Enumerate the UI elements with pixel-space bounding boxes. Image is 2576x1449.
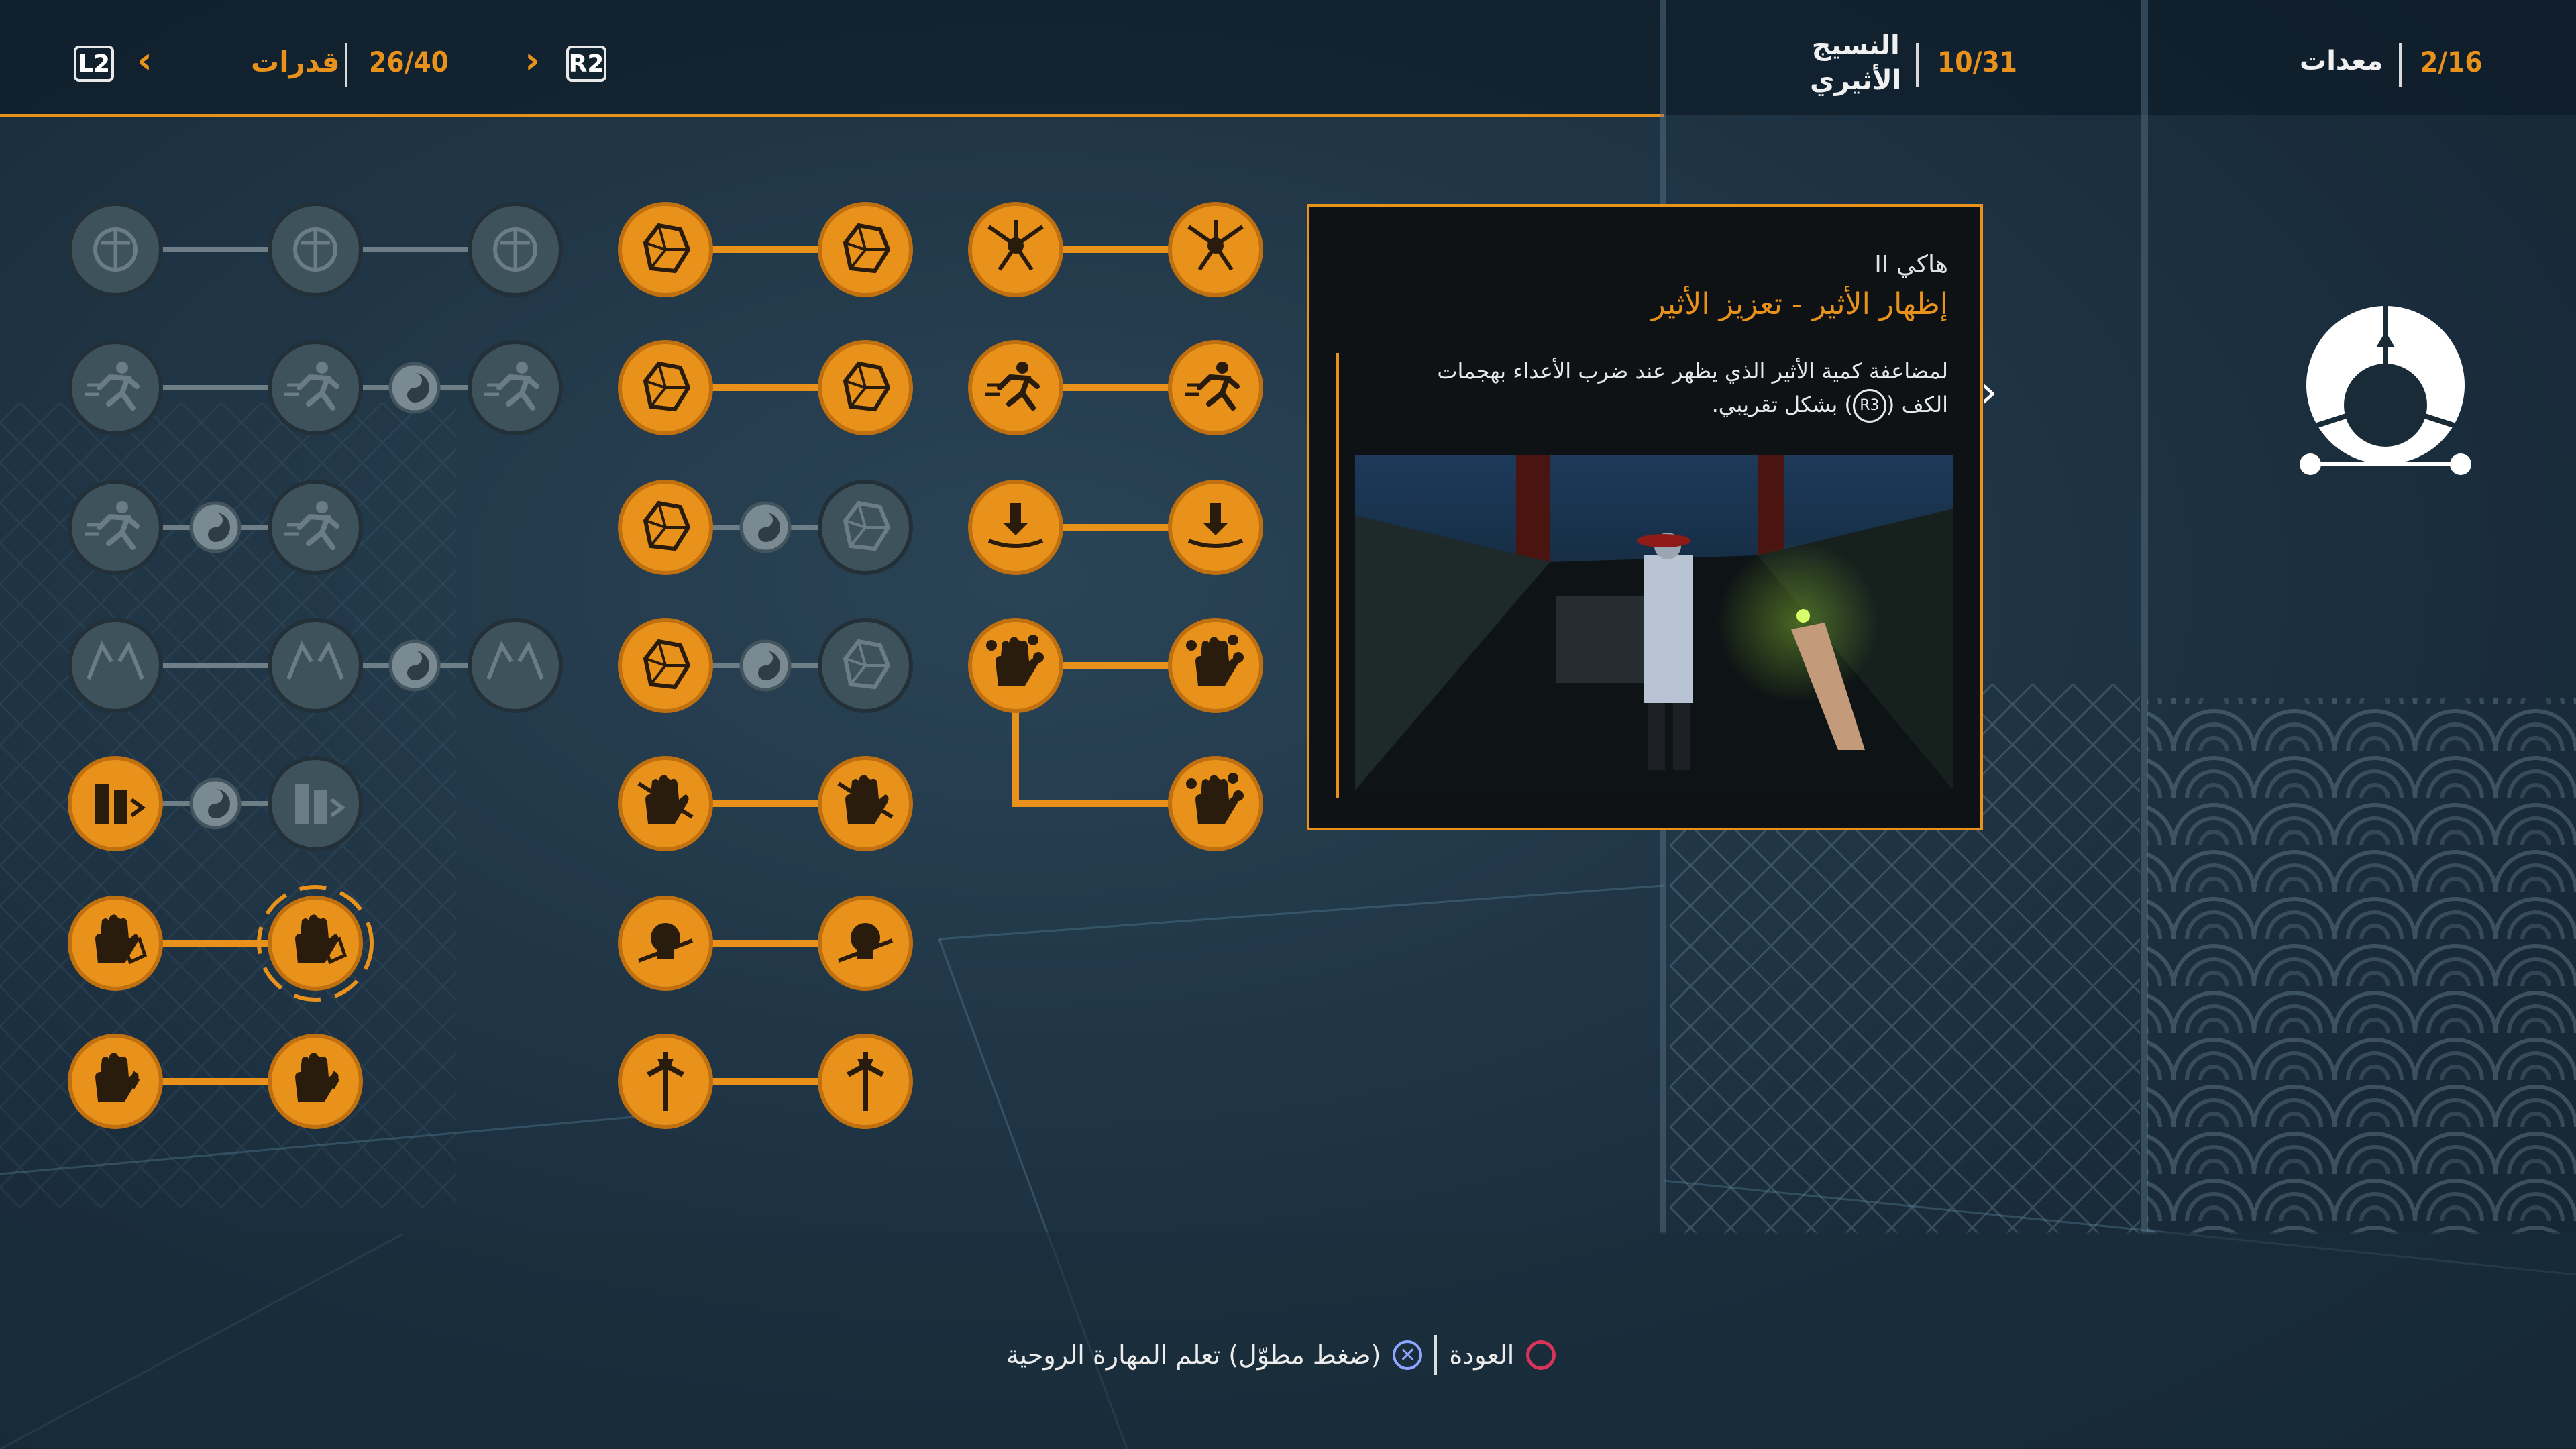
skill-node-hand-network[interactable] <box>1168 756 1263 851</box>
skill-node-slam-1[interactable] <box>968 480 1063 575</box>
panel-pointer-icon: › <box>1980 368 1998 417</box>
skill-node-hand-sparkle-1[interactable] <box>68 1034 163 1129</box>
skill-node-hand-arrow-1[interactable] <box>618 756 713 851</box>
skill-node-hand-crystal-1[interactable] <box>68 896 163 991</box>
yin-yang-icon <box>739 639 792 692</box>
skill-node-running-1[interactable] <box>968 340 1063 435</box>
skill-node-crystal-shard-2[interactable] <box>818 480 913 575</box>
cross-button-icon[interactable]: ✕ <box>1393 1340 1423 1370</box>
yin-yang-icon <box>189 777 241 830</box>
skill-node-staff-1[interactable] <box>618 1034 713 1129</box>
circle-button-icon[interactable] <box>1526 1340 1556 1370</box>
skill-node-slide-2[interactable] <box>268 340 363 435</box>
desc-line-1: لمضاعفة كمية الأثير الذي يظهر عند ضرب ال… <box>1437 358 1948 384</box>
skill-node-crystal-heart-2[interactable] <box>818 202 913 297</box>
skill-node-hand-crystal-2[interactable] <box>257 885 374 1002</box>
skill-node-fox-1[interactable] <box>68 618 163 713</box>
skill-node-totem-1[interactable] <box>68 202 163 297</box>
skill-node-hand-arrow-2[interactable] <box>818 756 913 851</box>
skill-title: إظهار الأثير - تعزيز الأثير <box>1651 287 1948 321</box>
skill-node-stack-2[interactable] <box>268 756 363 851</box>
skill-node-hand-sparkle-2[interactable] <box>268 1034 363 1129</box>
skill-node-slam-2[interactable] <box>1168 480 1263 575</box>
desc-line-2b: ) بشكل تقريبي. <box>1711 392 1853 417</box>
skill-node-running-2[interactable] <box>1168 340 1263 435</box>
yin-yang-icon <box>388 362 441 414</box>
desc-line-2: الكف (R3) بشكل تقريبي. <box>1371 388 1948 423</box>
skill-node-slide-1[interactable] <box>68 340 163 435</box>
skill-node-hand-orbs-1[interactable] <box>968 618 1063 713</box>
yin-yang-icon <box>739 501 792 553</box>
skill-node-staff-2[interactable] <box>818 1034 913 1129</box>
skill-node-dash-2[interactable] <box>268 480 363 575</box>
skill-node-skull-2[interactable] <box>818 896 913 991</box>
wave-pattern <box>2147 698 2576 1234</box>
skill-preview-image <box>1355 455 1953 790</box>
skill-node-skull-1[interactable] <box>618 896 713 991</box>
skill-category: هاكي II <box>1874 251 1948 278</box>
button-hints: العودة ✕ (ضغط مطوّل) تعلم المهارة الروحي… <box>1006 1335 1556 1375</box>
skill-node-radiant-2[interactable] <box>1168 202 1263 297</box>
skill-node-crystal-check-2[interactable] <box>818 340 913 435</box>
desc-line-2a: الكف ( <box>1886 392 1948 417</box>
skill-node-slide-3[interactable] <box>468 340 563 435</box>
skill-node-crystal-check-1[interactable] <box>618 340 713 435</box>
preview-scene <box>1355 455 1953 790</box>
accent-bar <box>1336 353 1339 798</box>
skill-node-fox-2[interactable] <box>268 618 363 713</box>
yin-yang-icon <box>189 501 241 553</box>
skill-node-dash-1[interactable] <box>68 480 163 575</box>
skill-node-radiant-1[interactable] <box>968 202 1063 297</box>
yin-yang-icon <box>388 639 441 692</box>
skill-node-crystal-heart-1[interactable] <box>618 202 713 297</box>
skill-detail-panel: هاكي II إظهار الأثير - تعزيز الأثير لمضا… <box>1307 204 1983 830</box>
skill-node-crystal-arrow-2[interactable] <box>818 618 913 713</box>
skill-description: لمضاعفة كمية الأثير الذي يظهر عند ضرب ال… <box>1371 354 1948 423</box>
ether-emblem-icon <box>2300 306 2471 475</box>
learn-hint[interactable]: (ضغط مطوّل) تعلم المهارة الروحية <box>1006 1340 1381 1370</box>
r3-button-icon: R3 <box>1852 389 1886 423</box>
skill-node-hand-orbs-2[interactable] <box>1168 618 1263 713</box>
skill-node-totem-3[interactable] <box>468 202 563 297</box>
skill-tree <box>0 202 2576 1449</box>
skill-node-totem-2[interactable] <box>268 202 363 297</box>
back-hint[interactable]: العودة <box>1449 1340 1514 1370</box>
skill-node-fox-3[interactable] <box>468 618 563 713</box>
skill-node-stack-1[interactable] <box>68 756 163 851</box>
skill-node-crystal-shard-1[interactable] <box>618 480 713 575</box>
skill-node-crystal-arrow-1[interactable] <box>618 618 713 713</box>
divider <box>1434 1335 1438 1375</box>
